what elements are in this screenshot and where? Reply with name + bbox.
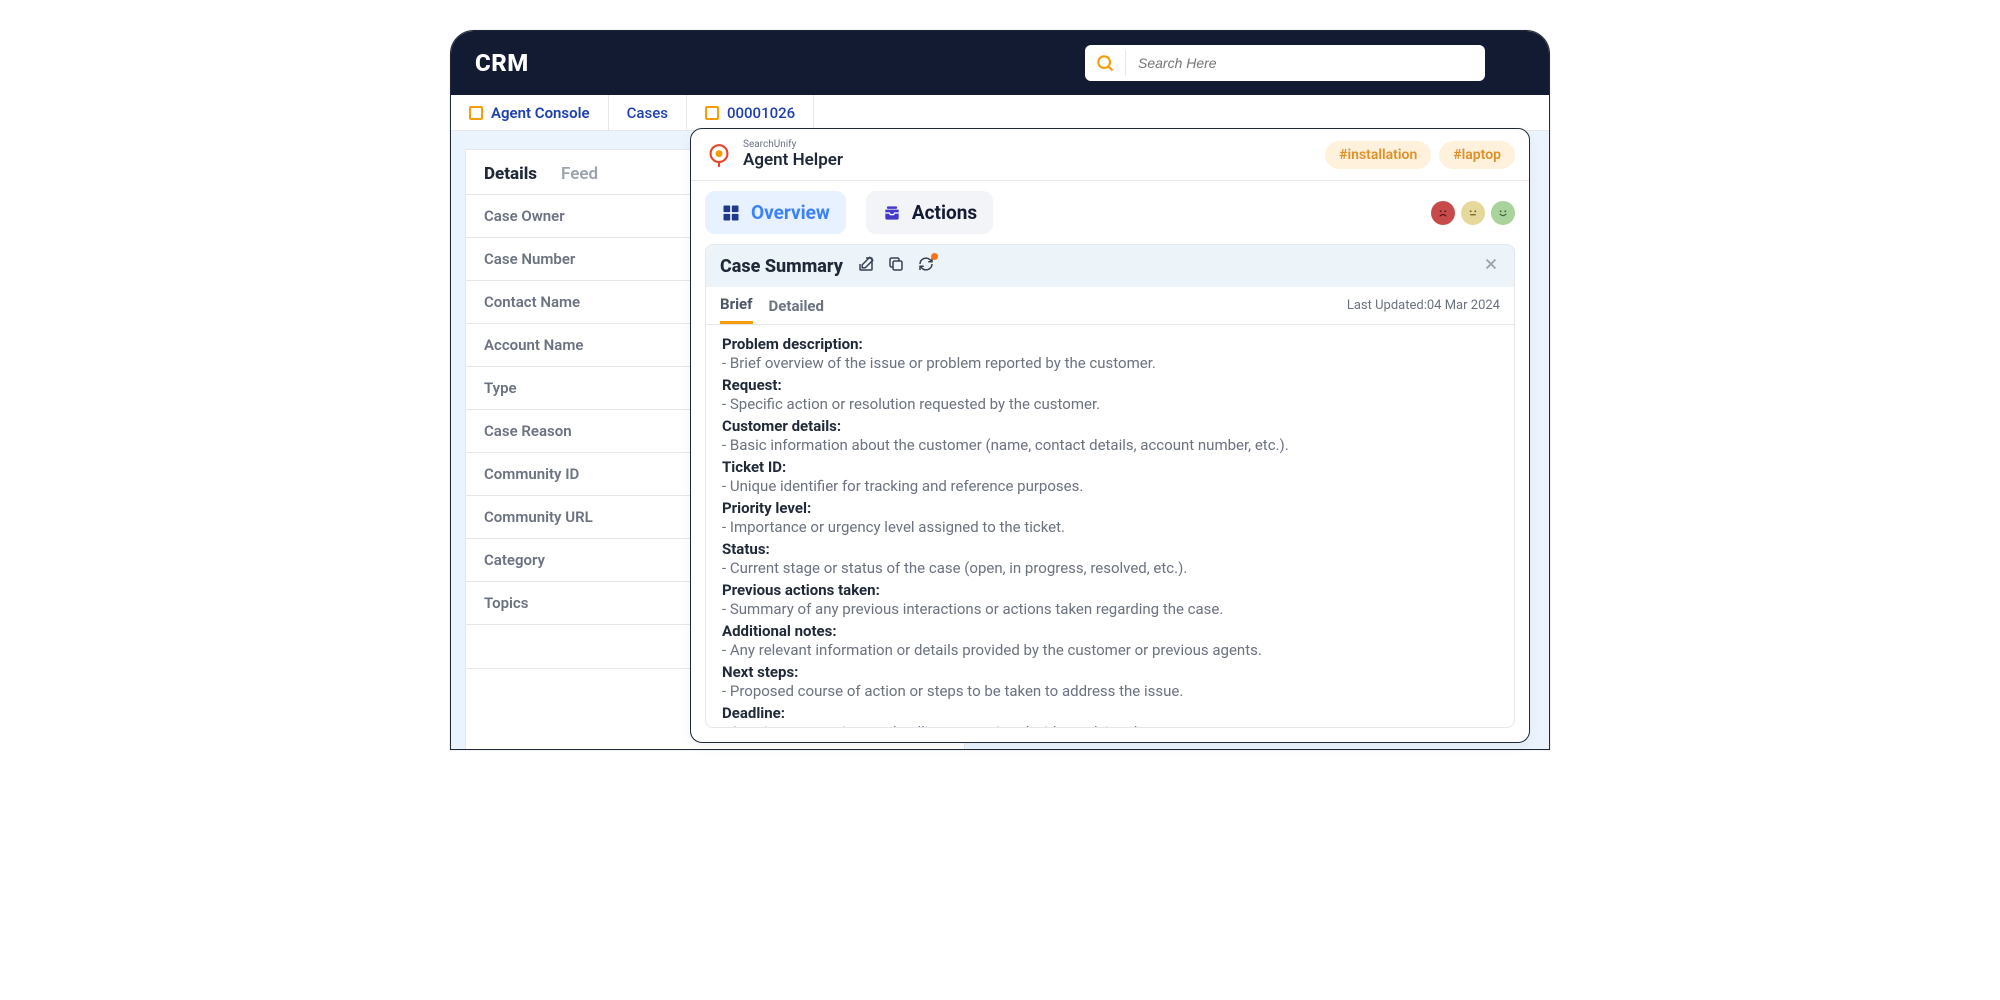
summary-section: Status:- Current stage or status of the … — [722, 540, 1498, 579]
section-title: Ticket ID: — [722, 458, 1498, 476]
tab-overview-label: Overview — [751, 201, 830, 224]
section-title: Next steps: — [722, 663, 1498, 681]
tag-installation[interactable]: #installation — [1325, 141, 1431, 169]
section-text: - Importance or urgency level assigned t… — [722, 517, 1498, 538]
notification-dot-icon — [931, 253, 938, 260]
section-title: Deadline: — [722, 704, 1498, 722]
tab-agent-console[interactable]: Agent Console — [451, 95, 609, 130]
copy-button[interactable] — [887, 255, 905, 277]
search-icon — [1095, 53, 1115, 73]
grid-icon — [721, 203, 741, 223]
helper-tags: #installation #laptop — [1325, 141, 1515, 169]
summary-title: Case Summary — [720, 256, 843, 277]
subtab-feed[interactable]: Feed — [561, 164, 598, 184]
case-summary-card: Case Summary — [705, 244, 1515, 728]
section-text: - Any relevant information or details pr… — [722, 640, 1498, 661]
tab-label: Agent Console — [491, 104, 590, 122]
detail-label: Type — [484, 379, 517, 397]
summary-section: Request:- Specific action or resolution … — [722, 376, 1498, 415]
detail-label: Case Number — [484, 250, 575, 268]
copy-icon — [887, 255, 905, 273]
section-title: Problem description: — [722, 335, 1498, 353]
section-text: - Specific action or resolution requeste… — [722, 394, 1498, 415]
tab-cases[interactable]: Cases — [609, 95, 687, 130]
section-text: - Current stage or status of the case (o… — [722, 558, 1498, 579]
section-title: Customer details: — [722, 417, 1498, 435]
section-title: Priority level: — [722, 499, 1498, 517]
inbox-icon — [882, 203, 902, 223]
tab-icon — [469, 106, 483, 120]
helper-subbar: Overview Actions — [691, 181, 1529, 244]
tab-case-number[interactable]: 00001026 — [687, 95, 814, 130]
helper-brand: SearchUnify — [743, 139, 843, 151]
section-text: - Proposed course of action or steps to … — [722, 681, 1498, 702]
sentiment-neutral-icon[interactable] — [1461, 201, 1485, 225]
detail-label: Case Reason — [484, 422, 572, 440]
tab-overview[interactable]: Overview — [705, 191, 846, 234]
summary-section: Additional notes:- Any relevant informat… — [722, 622, 1498, 661]
section-title: Additional notes: — [722, 622, 1498, 640]
last-updated: Last Updated:04 Mar 2024 — [1347, 298, 1500, 321]
tab-actions-label: Actions — [912, 201, 977, 224]
subtab-details[interactable]: Details — [484, 164, 537, 184]
tag-laptop[interactable]: #laptop — [1439, 141, 1515, 169]
summary-head: Case Summary — [706, 245, 1514, 287]
summary-section: Next steps:- Proposed course of action o… — [722, 663, 1498, 702]
edit-button[interactable] — [857, 255, 875, 277]
sentiment-positive-icon[interactable] — [1491, 201, 1515, 225]
refresh-button[interactable] — [917, 255, 935, 277]
helper-name: Agent Helper — [743, 151, 843, 171]
summary-section: Deadline:- Any time constraints or deadl… — [722, 704, 1498, 727]
helper-header: SearchUnify Agent Helper #installation #… — [691, 129, 1529, 181]
crm-tabs: Agent Console Cases 00001026 — [451, 95, 1549, 131]
summary-tab-detailed[interactable]: Detailed — [769, 297, 824, 323]
detail-label: Community URL — [484, 508, 593, 526]
summary-tabs: Brief Detailed Last Updated:04 Mar 2024 — [706, 287, 1514, 325]
detail-label: Account Name — [484, 336, 583, 354]
crm-title: CRM — [475, 49, 529, 77]
searchunify-logo-icon — [705, 141, 733, 169]
summary-section: Problem description:- Brief overview of … — [722, 335, 1498, 374]
pencil-icon — [857, 255, 875, 273]
section-title: Status: — [722, 540, 1498, 558]
detail-label: Category — [484, 551, 545, 569]
summary-tab-brief[interactable]: Brief — [720, 295, 753, 324]
section-text: - Unique identifier for tracking and ref… — [722, 476, 1498, 497]
summary-body: Problem description:- Brief overview of … — [706, 325, 1514, 727]
section-title: Request: — [722, 376, 1498, 394]
crm-topbar: CRM — [451, 31, 1549, 95]
summary-section: Ticket ID:- Unique identifier for tracki… — [722, 458, 1498, 497]
tab-actions[interactable]: Actions — [866, 191, 993, 234]
search-input[interactable] — [1125, 50, 1475, 76]
detail-label: Contact Name — [484, 293, 580, 311]
summary-section: Previous actions taken:- Summary of any … — [722, 581, 1498, 620]
tab-icon — [705, 106, 719, 120]
section-text: - Basic information about the customer (… — [722, 435, 1498, 456]
section-title: Previous actions taken: — [722, 581, 1498, 599]
agent-helper-panel: SearchUnify Agent Helper #installation #… — [690, 128, 1530, 743]
tab-label: 00001026 — [727, 104, 795, 122]
close-button[interactable] — [1482, 255, 1500, 277]
detail-label: Topics — [484, 594, 528, 612]
summary-section: Customer details:- Basic information abo… — [722, 417, 1498, 456]
sentiment-group — [1431, 201, 1515, 225]
tab-label: Cases — [627, 104, 668, 122]
sentiment-negative-icon[interactable] — [1431, 201, 1455, 225]
summary-section: Priority level:- Importance or urgency l… — [722, 499, 1498, 538]
section-text: - Any time constraints or deadlines asso… — [722, 722, 1498, 727]
close-icon — [1482, 255, 1500, 273]
section-text: - Summary of any previous interactions o… — [722, 599, 1498, 620]
section-text: - Brief overview of the issue or problem… — [722, 353, 1498, 374]
global-search[interactable] — [1085, 45, 1485, 81]
detail-label: Community ID — [484, 465, 579, 483]
detail-label: Case Owner — [484, 207, 565, 225]
